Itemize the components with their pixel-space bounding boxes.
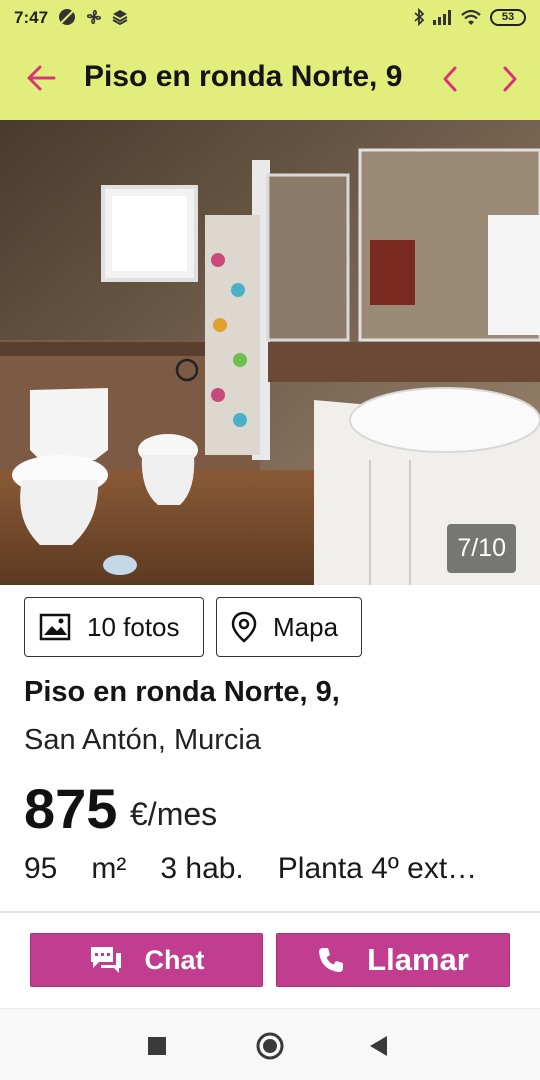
location-pin-icon: [231, 611, 257, 643]
back-arrow-icon[interactable]: [26, 64, 56, 92]
listing-features: 95 m² 3 hab. Planta 4º ext…: [24, 852, 514, 886]
recents-square-icon[interactable]: [148, 1037, 166, 1055]
screen: 7:47 53 Piso en ronda Norte, 9 7/10 10 f…: [0, 0, 540, 1080]
system-nav-bar: [0, 1008, 540, 1080]
gallery-photo[interactable]: 7/10: [0, 120, 540, 585]
feature-floor: Planta 4º ext…: [277, 852, 478, 885]
photo-counter: 7/10: [447, 524, 516, 573]
chat-button[interactable]: Chat: [30, 933, 263, 987]
feature-area-value: 95: [24, 852, 58, 885]
map-button[interactable]: Mapa: [216, 597, 362, 657]
photos-button-label: 10 fotos: [87, 611, 180, 642]
listing-price: 875: [24, 777, 118, 840]
signal-icon: [433, 10, 451, 25]
bathroom-photo-image: [0, 120, 540, 585]
top-bar: 7:47 53 Piso en ronda Norte, 9: [0, 0, 540, 120]
back-triangle-icon[interactable]: [370, 1036, 388, 1056]
action-bar: Chat Llamar: [0, 913, 540, 1008]
bluetooth-icon: [414, 8, 425, 26]
feature-rooms: 3 hab.: [160, 852, 244, 885]
call-button-label: Llamar: [367, 942, 469, 977]
fan-icon: [86, 9, 102, 25]
listing-title: Piso en ronda Norte, 9,: [24, 676, 340, 708]
chat-button-label: Chat: [144, 944, 205, 975]
listing-location: San Antón, Murcia: [24, 724, 261, 756]
photos-button[interactable]: 10 fotos: [24, 597, 204, 657]
chevron-right-icon[interactable]: [500, 65, 520, 93]
status-bar: 7:47 53: [0, 0, 540, 36]
sync-off-icon: [59, 9, 75, 25]
battery-indicator: 53: [490, 9, 526, 26]
home-circle-icon[interactable]: [256, 1032, 284, 1060]
layers-icon: [112, 10, 128, 26]
chevron-left-icon[interactable]: [440, 65, 460, 93]
page-title: Piso en ronda Norte, 9: [84, 60, 403, 93]
map-button-label: Mapa: [273, 611, 339, 642]
status-time: 7:47: [14, 8, 49, 27]
wifi-icon: [461, 9, 481, 25]
image-icon: [39, 613, 71, 641]
feature-area-unit: m²: [91, 852, 127, 885]
chat-bubble-icon: [90, 947, 121, 973]
call-button[interactable]: Llamar: [276, 933, 510, 987]
phone-icon: [319, 948, 344, 972]
price-unit: €/mes: [130, 796, 218, 832]
